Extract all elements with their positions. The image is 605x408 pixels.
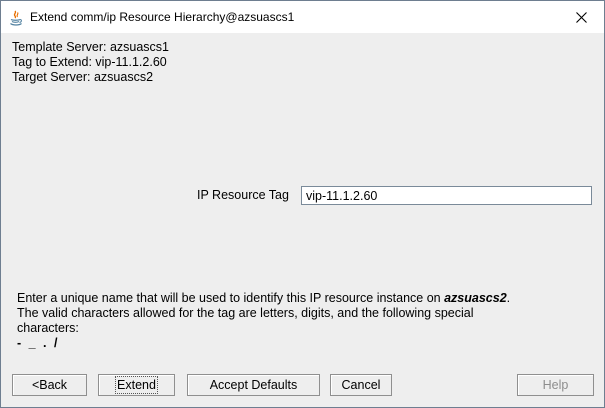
cancel-button-label: Cancel <box>341 378 381 392</box>
java-icon <box>9 10 23 26</box>
accept-defaults-button-label: Accept Defaults <box>209 378 298 392</box>
tag-to-extend-text: Tag to Extend: vip-11.1.2.60 <box>12 55 167 69</box>
help-target-server: azsuascs2 <box>444 291 507 305</box>
help-button-label: Help <box>542 378 569 392</box>
dialog-window: Extend comm/ip Resource Hierarchy@azsuas… <box>0 0 605 408</box>
cancel-button[interactable]: Cancel <box>330 374 392 396</box>
server-info: Template Server: azsuascs1 Tag to Extend… <box>12 40 169 85</box>
help-line3: characters: <box>17 321 79 335</box>
valid-characters: - _ . / <box>17 336 60 350</box>
close-icon <box>575 8 587 27</box>
extend-button[interactable]: Extend <box>98 374 175 396</box>
ip-tag-label: IP Resource Tag <box>197 188 289 202</box>
close-button[interactable] <box>558 1 604 33</box>
ip-tag-row: IP Resource Tag <box>1 186 604 206</box>
back-button[interactable]: <Back <box>12 374 87 396</box>
accept-defaults-button[interactable]: Accept Defaults <box>187 374 320 396</box>
window-title: Extend comm/ip Resource Hierarchy@azsuas… <box>30 10 295 24</box>
help-line2: The valid characters allowed for the tag… <box>17 306 474 320</box>
help-line1-suffix: . <box>506 291 511 305</box>
dialog-content: Template Server: azsuascs1 Tag to Extend… <box>1 33 604 407</box>
template-server-text: Template Server: azsuascs1 <box>12 40 170 54</box>
help-line1-prefix: Enter a unique name that will be used to… <box>17 291 445 305</box>
back-button-label: <Back <box>31 378 68 392</box>
ip-tag-input[interactable] <box>301 186 592 205</box>
extend-button-label: Extend <box>115 376 158 394</box>
help-button[interactable]: Help <box>517 374 594 396</box>
target-server-text: Target Server: azsuascs2 <box>12 70 154 84</box>
help-text: Enter a unique name that will be used to… <box>17 291 597 351</box>
title-bar: Extend comm/ip Resource Hierarchy@azsuas… <box>1 1 604 33</box>
